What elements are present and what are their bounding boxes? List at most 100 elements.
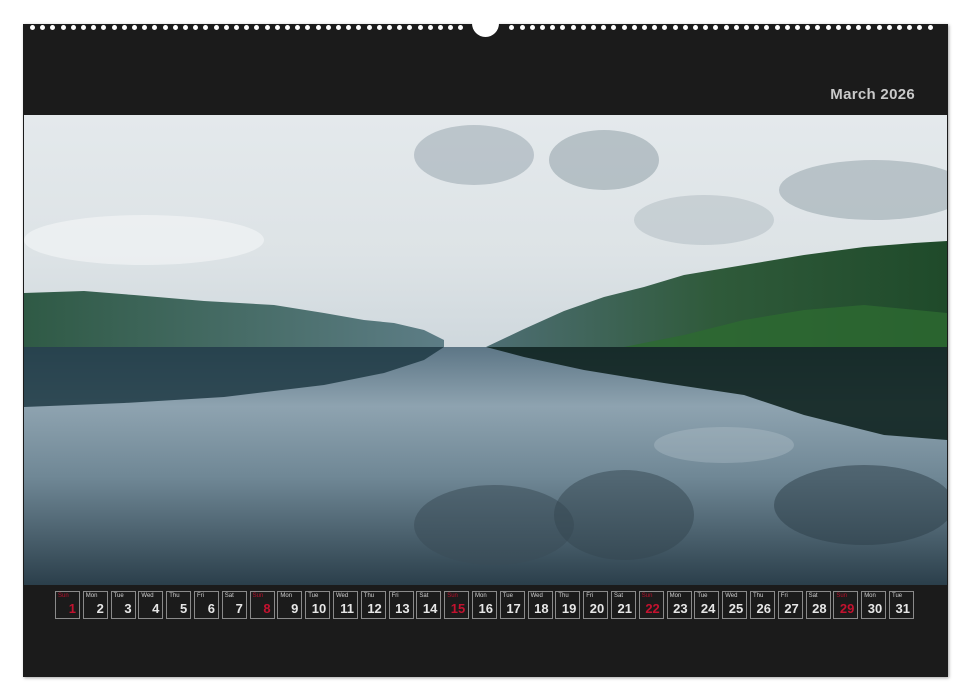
binding-hole (40, 25, 46, 30)
weekday-label: Wed (141, 593, 154, 599)
weekday-label: Mon (85, 593, 98, 599)
binding-hole (132, 25, 137, 30)
binding-hole (611, 25, 617, 30)
binding-hole (397, 25, 403, 30)
day-number: 2 (96, 601, 104, 616)
binding-hole (101, 25, 107, 30)
weekday-label: Fri (197, 593, 204, 599)
weekday-label: Thu (753, 593, 764, 599)
month-title: March 2026 (830, 86, 915, 103)
day-cell: Mon 16 (472, 591, 497, 619)
day-number: 14 (422, 601, 438, 616)
binding-hole (886, 25, 892, 30)
day-cell: Sun 22 (638, 591, 664, 619)
binding-hole (407, 25, 413, 30)
binding-hole (91, 25, 97, 30)
day-number: 9 (291, 601, 299, 616)
day-cell: Wed 4 (138, 591, 164, 619)
day-number: 23 (673, 601, 688, 616)
binding-hole (703, 25, 709, 30)
binding-hole (621, 25, 627, 30)
binding-hole (774, 25, 780, 30)
binding-hole (264, 25, 270, 30)
binding-hole (907, 25, 913, 30)
day-number: 19 (561, 601, 577, 616)
binding-hole (70, 25, 76, 30)
day-cell: Mon 23 (666, 591, 692, 619)
weekday-label: Sat (808, 593, 818, 599)
weekday-label: Sun (58, 593, 69, 599)
binding-hole (754, 25, 760, 30)
weekday-label: Sun (641, 593, 653, 599)
binding-hole (183, 25, 188, 30)
day-number: 16 (478, 601, 493, 616)
binding-hole (438, 25, 443, 30)
day-cell: Sun 1 (55, 591, 80, 619)
weekday-label: Mon (669, 593, 682, 599)
binding-hole (121, 25, 127, 30)
weekday-label: Tue (892, 593, 903, 599)
day-cell: Tue 31 (889, 591, 914, 619)
weekday-label: Sun (836, 593, 848, 599)
binding-hole (550, 25, 556, 30)
weekday-label: Fri (780, 593, 788, 599)
day-number: 24 (700, 601, 716, 616)
binding-hole (336, 25, 341, 30)
binding-hole (223, 25, 229, 30)
day-cell: Mon 2 (82, 591, 108, 619)
binding-hole (733, 25, 739, 30)
day-number: 28 (812, 601, 827, 616)
day-number: 12 (367, 601, 382, 616)
binding-hole (856, 25, 862, 30)
binding-hole (642, 25, 647, 30)
day-number: 22 (645, 601, 660, 616)
binding-hole (509, 25, 515, 30)
weekday-label: Wed (336, 593, 349, 599)
day-cell: Wed 11 (333, 591, 358, 619)
day-cell: Sat 21 (611, 591, 636, 619)
day-number: 31 (895, 601, 910, 616)
weekday-label: Tue (113, 593, 124, 599)
day-cell: Mon 9 (277, 591, 303, 619)
binding-hole (917, 25, 923, 30)
day-cell: Tue 17 (499, 591, 525, 619)
day-cell: Sat 14 (416, 591, 442, 619)
day-number: 11 (340, 601, 354, 616)
binding-hole (846, 25, 851, 30)
day-cell: Sun 29 (833, 591, 859, 619)
day-number: 6 (207, 601, 215, 616)
day-number: 29 (839, 601, 855, 616)
day-cell: Wed 25 (722, 591, 748, 619)
day-cell: Thu 26 (750, 591, 775, 619)
day-cell: Sun 15 (444, 591, 470, 619)
binding-hole (152, 25, 158, 30)
binding-hole (631, 25, 637, 30)
binding-hole (111, 25, 117, 30)
binding-hole (417, 25, 423, 30)
weekday-label: Thu (558, 593, 569, 599)
binding-hole (193, 25, 199, 30)
weekday-label: Fri (391, 593, 399, 599)
day-cell: Tue 10 (305, 591, 331, 619)
binding-hole (805, 25, 811, 30)
day-cell: Tue 3 (110, 591, 136, 619)
day-cell: Fri 6 (194, 591, 219, 619)
weekday-label: Wed (530, 593, 543, 599)
binding-hole (162, 25, 168, 30)
binding-hole (458, 25, 464, 30)
binding-hole (540, 25, 545, 30)
day-number: 13 (395, 601, 410, 616)
binding-hole (244, 25, 250, 30)
weekday-label: Mon (475, 593, 487, 599)
binding-hole (346, 25, 352, 30)
binding-hole (795, 25, 800, 30)
binding-hole (387, 25, 392, 30)
day-cell: Thu 19 (555, 591, 581, 619)
binding-hole (376, 25, 382, 30)
binding-hole (601, 25, 607, 30)
binding-hole (693, 25, 698, 30)
day-number: 26 (756, 601, 771, 616)
binding-hole (274, 25, 280, 30)
day-number: 20 (589, 601, 605, 616)
binding-hole (560, 25, 566, 30)
